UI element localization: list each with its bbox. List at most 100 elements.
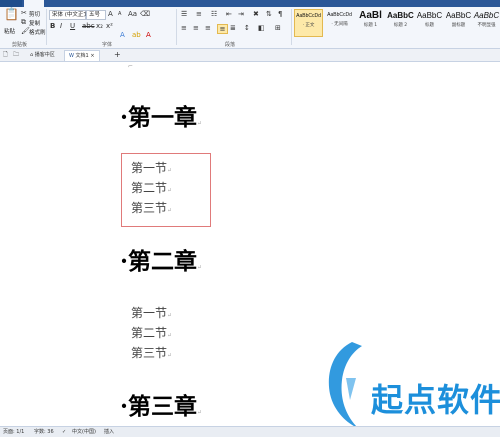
style-normal[interactable]: AaBbCcDd · 正文 bbox=[294, 9, 323, 37]
section-line[interactable]: 第一节↵ bbox=[131, 306, 172, 323]
group-divider bbox=[291, 9, 292, 45]
copy-button[interactable]: 复制 bbox=[29, 19, 40, 27]
sort-icon[interactable]: ⇅ bbox=[266, 10, 272, 18]
underline-icon[interactable]: U bbox=[70, 22, 75, 30]
decrease-indent-icon[interactable]: ⇤ bbox=[226, 10, 232, 18]
section-line[interactable]: 第一节↵ bbox=[131, 161, 172, 178]
numbering-icon[interactable]: ≡ bbox=[196, 10, 202, 18]
page-count[interactable]: 页面: 1/1 bbox=[3, 428, 24, 436]
style-name: · 正文 bbox=[302, 23, 315, 28]
margin-mark: ⌐ bbox=[128, 63, 134, 70]
distributed-icon[interactable]: ≣ bbox=[230, 24, 236, 32]
style-name: 标题 2 bbox=[393, 23, 408, 28]
paste-icon[interactable]: 📋 bbox=[4, 8, 19, 24]
highlight-icon[interactable]: ab bbox=[132, 31, 141, 39]
justify-icon[interactable]: ≡ bbox=[217, 24, 228, 34]
text-effects-icon[interactable]: A bbox=[120, 31, 125, 39]
style-sample: AaBbCcDd bbox=[296, 13, 321, 19]
tab-document1[interactable]: W 文档1 × bbox=[64, 50, 100, 61]
paragraph-mark: ↵ bbox=[197, 264, 203, 271]
style-sample: AaBl bbox=[359, 10, 382, 21]
superscript-icon[interactable]: x² bbox=[106, 22, 113, 30]
insert-mode-indicator[interactable]: 插入 bbox=[104, 428, 114, 436]
section-text: 第一节 bbox=[131, 306, 168, 320]
status-bar: 页面: 1/1 字数: 36 ✓ 中文(中国) 插入 bbox=[0, 426, 500, 437]
borders-icon[interactable]: ⊞ bbox=[275, 24, 281, 32]
tab-template-zone[interactable]: ⌂ 播客中区 bbox=[26, 50, 59, 60]
tab-label: 文档1 bbox=[75, 53, 89, 59]
style-sample: AaBbC bbox=[387, 11, 414, 20]
close-icon[interactable]: × bbox=[89, 53, 94, 59]
align-center-icon[interactable]: ≡ bbox=[193, 24, 199, 32]
style-subtitle[interactable]: AaBbC 副标题 bbox=[444, 9, 473, 37]
section-text: 第三节 bbox=[131, 346, 168, 360]
section-text: 第二节 bbox=[131, 181, 168, 195]
style-name: · 无间隔 bbox=[331, 22, 348, 27]
change-case-icon[interactable]: Aa bbox=[128, 10, 137, 18]
style-heading-1[interactable]: AaBl 标题 1 bbox=[356, 9, 385, 37]
bold-icon[interactable]: B bbox=[50, 22, 55, 30]
align-left-icon[interactable]: ≡ bbox=[181, 24, 187, 32]
new-file-icon[interactable]: 🗋 bbox=[3, 51, 8, 59]
italic-icon[interactable]: I bbox=[60, 22, 62, 30]
ribbon-tab-strip bbox=[0, 0, 500, 7]
style-name: 标题 1 bbox=[363, 23, 378, 28]
section-line[interactable]: 第三节↵ bbox=[131, 201, 172, 218]
paragraph-mark: ↵ bbox=[167, 207, 173, 214]
format-painter-button[interactable]: 格式刷 bbox=[29, 28, 46, 36]
font-size-dropdown[interactable]: 五号 bbox=[86, 10, 106, 20]
watermark-text: 起点软件 bbox=[371, 381, 500, 419]
new-tab-button[interactable]: + bbox=[110, 50, 125, 60]
section-line[interactable]: 第三节↵ bbox=[131, 346, 172, 363]
paste-button-label[interactable]: 粘贴 bbox=[4, 27, 15, 35]
tab-home[interactable] bbox=[24, 0, 44, 7]
section-text: 第一节 bbox=[131, 161, 168, 175]
shading-icon[interactable]: ◧ bbox=[258, 24, 265, 32]
proofing-icon[interactable]: ✓ bbox=[62, 428, 66, 436]
chapter-heading[interactable]: ·第一章↵ bbox=[120, 104, 202, 138]
chapter-heading[interactable]: ·第二章↵ bbox=[120, 248, 202, 282]
strikethrough-icon[interactable]: abc bbox=[82, 22, 95, 30]
chapter-heading[interactable]: ·第三章↵ bbox=[120, 393, 202, 427]
paragraph-mark: ↵ bbox=[167, 167, 173, 174]
chinese-layout-icon[interactable]: ✖ bbox=[253, 10, 259, 18]
group-label-paragraph: 段落 bbox=[225, 42, 236, 48]
paragraph-mark: ↵ bbox=[197, 120, 203, 127]
group-label-clipboard: 剪贴板 bbox=[12, 42, 28, 48]
shrink-font-icon[interactable]: A bbox=[118, 10, 121, 18]
paragraph-mark: ↵ bbox=[167, 332, 173, 339]
group-divider bbox=[176, 9, 177, 45]
line-spacing-icon[interactable]: ↕ bbox=[244, 24, 250, 32]
style-sample: AaBbC bbox=[473, 11, 500, 20]
cut-icon[interactable]: ✂ bbox=[21, 9, 27, 17]
folder-icon[interactable]: 🗀 bbox=[13, 51, 19, 59]
font-name-dropdown[interactable]: 宋体 (中文正文) bbox=[49, 10, 91, 20]
style-heading-2[interactable]: AaBbC 标题 2 bbox=[386, 9, 415, 37]
ribbon: 📋 粘贴 ✂ 剪切 ⧉ 复制 🖌 格式刷 剪贴板 宋体 (中文正文) 五号 A … bbox=[0, 7, 500, 49]
bullets-icon[interactable]: ☰ bbox=[181, 10, 187, 18]
grow-font-icon[interactable]: A bbox=[108, 10, 113, 18]
style-subtle-emphasis[interactable]: AaBbC 不明显强 bbox=[473, 9, 500, 37]
word-count[interactable]: 字数: 36 bbox=[34, 428, 54, 436]
align-right-icon[interactable]: ≡ bbox=[205, 24, 211, 32]
tab-label: 播客中区 bbox=[34, 52, 55, 58]
increase-indent-icon[interactable]: ⇥ bbox=[238, 10, 244, 18]
font-color-icon[interactable]: A bbox=[146, 31, 151, 39]
cut-button[interactable]: 剪切 bbox=[29, 10, 40, 18]
style-sample: AaBbCcDd bbox=[327, 12, 352, 18]
tab-file[interactable] bbox=[0, 0, 22, 7]
show-marks-icon[interactable]: ¶ bbox=[278, 10, 282, 18]
chapter-text: 第一章 bbox=[128, 104, 198, 131]
section-line[interactable]: 第二节↵ bbox=[131, 326, 172, 343]
language-indicator[interactable]: 中文(中国) bbox=[72, 428, 96, 436]
group-label-font: 字体 bbox=[102, 42, 113, 48]
section-line[interactable]: 第二节↵ bbox=[131, 181, 172, 198]
style-name: 标题 bbox=[425, 23, 434, 28]
multilevel-list-icon[interactable]: ☷ bbox=[211, 10, 217, 18]
clear-format-icon[interactable]: ⌫ bbox=[140, 10, 150, 18]
style-title[interactable]: AaBbC 标题 bbox=[415, 9, 444, 37]
copy-icon[interactable]: ⧉ bbox=[21, 18, 26, 26]
style-no-spacing[interactable]: AaBbCcDd · 无间隔 bbox=[325, 9, 354, 37]
subscript-icon[interactable]: x₂ bbox=[96, 22, 103, 30]
chapter-text: 第三章 bbox=[128, 393, 198, 420]
